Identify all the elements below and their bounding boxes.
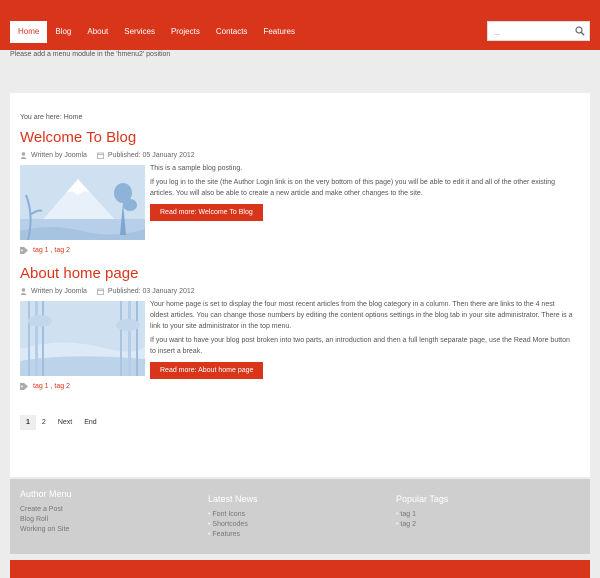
article-body: This is a sample blog posting. If you lo… (150, 163, 575, 221)
article-thumbnail-forest[interactable] (20, 301, 145, 376)
article-thumbnail-mountain[interactable] (20, 165, 145, 240)
search-icon[interactable] (575, 26, 585, 36)
article-tags: tag 1 , tag 2 (20, 383, 70, 390)
article-paragraph: Your home page is set to display the fou… (150, 301, 573, 330)
article-title[interactable]: Welcome To Blog (20, 129, 580, 147)
article-title[interactable]: About home page (20, 265, 580, 283)
footer-link-blog-roll[interactable]: Blog Roll (20, 515, 72, 525)
main-content: You are here: Home Welcome To Blog Writt… (10, 93, 590, 477)
tag-links[interactable]: tag 1 , tag 2 (33, 383, 70, 390)
page-next[interactable]: Next (52, 415, 78, 430)
read-more-button[interactable]: Read more: About home page (150, 362, 264, 379)
nav-contacts[interactable]: Contacts (208, 21, 256, 43)
page-end[interactable]: End (78, 415, 102, 430)
footer-popular-tags: Popular Tags tag 1 tag 2 (396, 494, 448, 530)
footer-link-tag-2[interactable]: tag 2 (396, 520, 448, 530)
user-icon (20, 151, 27, 159)
page-1[interactable]: 1 (20, 415, 36, 430)
footer-author-menu: Author Menu Create a Post Blog Roll Work… (20, 489, 72, 535)
bottom-bar (10, 560, 590, 578)
footer-latest-news: Latest News Font Icons Shortcodes Featur… (208, 494, 258, 540)
article-paragraph: If you want to have your blog post broke… (150, 337, 570, 355)
footer-link-working-on-site[interactable]: Working on Site (20, 525, 72, 535)
pagination: 1 2 Next End (20, 415, 103, 430)
article-meta: Written by Joomla Published: 05 January … (20, 150, 580, 160)
article-about-home: About home page Written by Joomla Publis… (20, 265, 580, 395)
article-welcome: Welcome To Blog Written by Joomla Publis… (20, 129, 580, 255)
hmenu2-notice: Please add a menu module in the 'hmenu2'… (10, 51, 171, 58)
read-more-button[interactable]: Read more: Welcome To Blog (150, 204, 263, 221)
nav-projects[interactable]: Projects (163, 21, 208, 43)
nav-services[interactable]: Services (116, 21, 163, 43)
tag-icon (20, 383, 28, 390)
top-bar: Home Blog About Services Projects Contac… (0, 0, 600, 50)
search-input[interactable] (488, 24, 570, 43)
article-paragraph: If you log in to the site (the Author Lo… (150, 179, 556, 197)
main-nav: Home Blog About Services Projects Contac… (10, 21, 303, 43)
user-icon (20, 287, 27, 295)
article-body: Your home page is set to display the fou… (150, 299, 575, 379)
footer-heading: Popular Tags (396, 494, 449, 504)
article-author: Written by Joomla (31, 287, 87, 295)
tag-icon (20, 247, 28, 254)
calendar-icon (96, 152, 104, 159)
nav-features[interactable]: Features (255, 21, 303, 43)
nav-home[interactable]: Home (10, 21, 48, 43)
nav-blog[interactable]: Blog (47, 21, 79, 43)
footer-heading: Latest News (208, 494, 258, 504)
article-published: Published: 05 January 2012 (107, 151, 195, 159)
calendar-icon (96, 288, 104, 295)
article-tags: tag 1 , tag 2 (20, 247, 70, 254)
article-meta: Written by Joomla Published: 03 January … (20, 286, 580, 296)
page-2[interactable]: 2 (36, 415, 52, 430)
article-author: Written by Joomla (31, 151, 87, 159)
footer-link-features[interactable]: Features (208, 530, 258, 540)
footer-heading: Author Menu (20, 489, 72, 499)
footer: Author Menu Create a Post Blog Roll Work… (10, 479, 590, 554)
footer-link-tag-1[interactable]: tag 1 (396, 510, 448, 520)
footer-link-shortcodes[interactable]: Shortcodes (208, 520, 258, 530)
article-published: Published: 03 January 2012 (107, 287, 195, 295)
search-box (487, 21, 590, 43)
footer-link-font-icons[interactable]: Font Icons (208, 510, 258, 520)
breadcrumb: You are here: Home (20, 114, 83, 121)
nav-about[interactable]: About (79, 21, 116, 43)
tag-links[interactable]: tag 1 , tag 2 (33, 247, 70, 254)
footer-link-create-post[interactable]: Create a Post (20, 505, 72, 515)
article-paragraph: This is a sample blog posting. (150, 165, 243, 172)
